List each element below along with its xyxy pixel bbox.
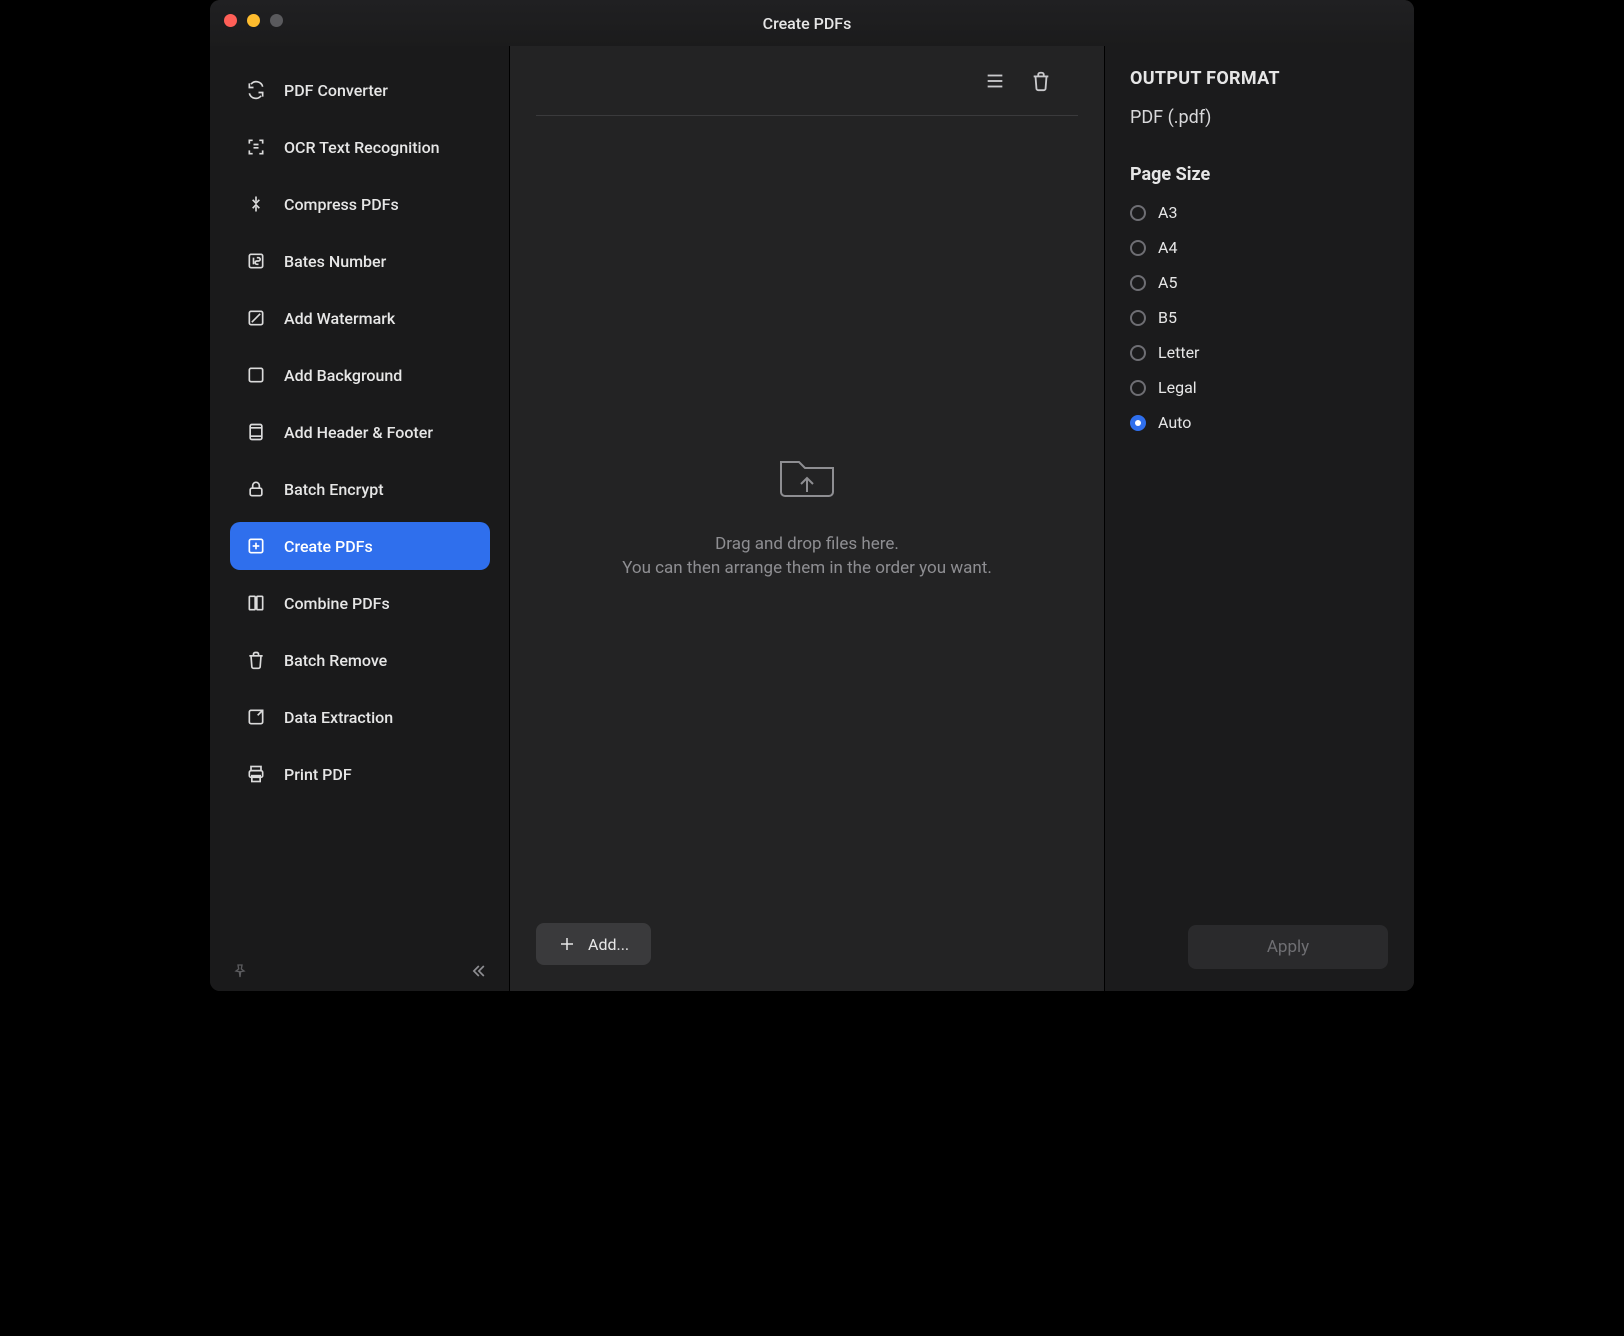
app-window: Create PDFs PDF Converter OCR Text Recogn… [210, 0, 1414, 991]
sidebar-item-add-background[interactable]: Add Background [230, 351, 490, 399]
sidebar-item-label: Add Watermark [284, 309, 395, 328]
page-size-a4[interactable]: A4 [1130, 238, 1388, 257]
list-view-icon[interactable] [984, 70, 1006, 92]
sidebar-footer [230, 953, 490, 991]
page-size-label: A4 [1158, 238, 1177, 257]
radio-icon [1130, 380, 1146, 396]
traffic-lights [224, 14, 283, 27]
plus-icon [558, 935, 576, 953]
sidebar-nav: PDF Converter OCR Text Recognition Compres… [230, 66, 490, 798]
lock-icon [246, 479, 266, 499]
inspector-pane: OUTPUT FORMAT PDF (.pdf) Page Size A3A4A… [1104, 46, 1414, 991]
radio-icon [1130, 240, 1146, 256]
sidebar-item-label: OCR Text Recognition [284, 138, 440, 157]
sidebar-item-batch-remove[interactable]: Batch Remove [230, 636, 490, 684]
sidebar-item-label: Create PDFs [284, 537, 373, 556]
sidebar-item-label: Add Background [284, 366, 402, 385]
radio-icon [1130, 310, 1146, 326]
page-size-group: A3 A4 A5 B5 Letter Legal Auto [1130, 203, 1388, 432]
drop-zone[interactable]: Drag and drop files here. You can then a… [510, 116, 1104, 991]
pin-icon[interactable] [232, 963, 248, 979]
page-size-b5[interactable]: B5 [1130, 308, 1388, 327]
convert-icon [246, 80, 266, 100]
page-size-legal[interactable]: Legal [1130, 378, 1388, 397]
sidebar-item-label: Compress PDFs [284, 195, 399, 214]
background-icon [246, 365, 266, 385]
output-format-heading: OUTPUT FORMAT [1130, 68, 1388, 89]
sidebar-item-batch-encrypt[interactable]: Batch Encrypt [230, 465, 490, 513]
page-size-label: A3 [1158, 203, 1177, 222]
page-size-a3[interactable]: A3 [1130, 203, 1388, 222]
sidebar-item-add-watermark[interactable]: Add Watermark [230, 294, 490, 342]
radio-icon [1130, 205, 1146, 221]
clear-list-icon[interactable] [1030, 70, 1052, 92]
close-window-icon[interactable] [224, 14, 237, 27]
drop-text-line1: Drag and drop files here. [715, 534, 899, 554]
folder-upload-icon [775, 448, 839, 502]
sidebar-item-label: PDF Converter [284, 81, 388, 100]
sidebar-item-data-extraction[interactable]: Data Extraction [230, 693, 490, 741]
sidebar-item-label: Data Extraction [284, 708, 393, 727]
trash-icon [246, 650, 266, 670]
page-size-heading: Page Size [1130, 164, 1388, 185]
create-icon [246, 536, 266, 556]
sidebar-item-create-pdfs[interactable]: Create PDFs [230, 522, 490, 570]
sidebar-item-ocr-text-recognition[interactable]: OCR Text Recognition [230, 123, 490, 171]
combine-icon [246, 593, 266, 613]
radio-icon [1130, 415, 1146, 431]
sidebar-item-label: Batch Remove [284, 651, 387, 670]
sidebar: PDF Converter OCR Text Recognition Compres… [210, 46, 510, 991]
compress-icon [246, 194, 266, 214]
sidebar-item-bates-number[interactable]: Bates Number [230, 237, 490, 285]
sidebar-item-label: Combine PDFs [284, 594, 390, 613]
sidebar-item-label: Add Header & Footer [284, 423, 433, 442]
page-size-label: A5 [1158, 273, 1177, 292]
page-size-label: Letter [1158, 343, 1199, 362]
sidebar-item-combine-pdfs[interactable]: Combine PDFs [230, 579, 490, 627]
radio-icon [1130, 345, 1146, 361]
page-size-label: Auto [1158, 413, 1191, 432]
zoom-window-icon[interactable] [270, 14, 283, 27]
ocr-icon [246, 137, 266, 157]
output-format-value: PDF (.pdf) [1130, 107, 1388, 128]
sidebar-item-print-pdf[interactable]: Print PDF [230, 750, 490, 798]
apply-button[interactable]: Apply [1188, 925, 1388, 969]
extract-icon [246, 707, 266, 727]
sidebar-item-add-header-footer[interactable]: Add Header & Footer [230, 408, 490, 456]
sidebar-item-compress-pdfs[interactable]: Compress PDFs [230, 180, 490, 228]
drop-text-line2: You can then arrange them in the order y… [622, 558, 992, 578]
add-files-button[interactable]: Add... [536, 923, 651, 965]
sidebar-item-label: Print PDF [284, 765, 352, 784]
sidebar-item-pdf-converter[interactable]: PDF Converter [230, 66, 490, 114]
collapse-sidebar-icon[interactable] [468, 961, 488, 981]
sidebar-item-label: Batch Encrypt [284, 480, 384, 499]
page-size-label: B5 [1158, 308, 1177, 327]
print-icon [246, 764, 266, 784]
minimize-window-icon[interactable] [247, 14, 260, 27]
watermark-icon [246, 308, 266, 328]
add-files-label: Add... [588, 935, 629, 954]
titlebar: Create PDFs [210, 0, 1414, 46]
page-size-letter[interactable]: Letter [1130, 343, 1388, 362]
sidebar-item-label: Bates Number [284, 252, 386, 271]
bates-icon [246, 251, 266, 271]
page-size-auto[interactable]: Auto [1130, 413, 1388, 432]
main-pane: Drag and drop files here. You can then a… [510, 46, 1104, 991]
toolbar [536, 46, 1078, 116]
radio-icon [1130, 275, 1146, 291]
window-title: Create PDFs [510, 14, 1104, 33]
page-size-a5[interactable]: A5 [1130, 273, 1388, 292]
headerfooter-icon [246, 422, 266, 442]
page-size-label: Legal [1158, 378, 1197, 397]
